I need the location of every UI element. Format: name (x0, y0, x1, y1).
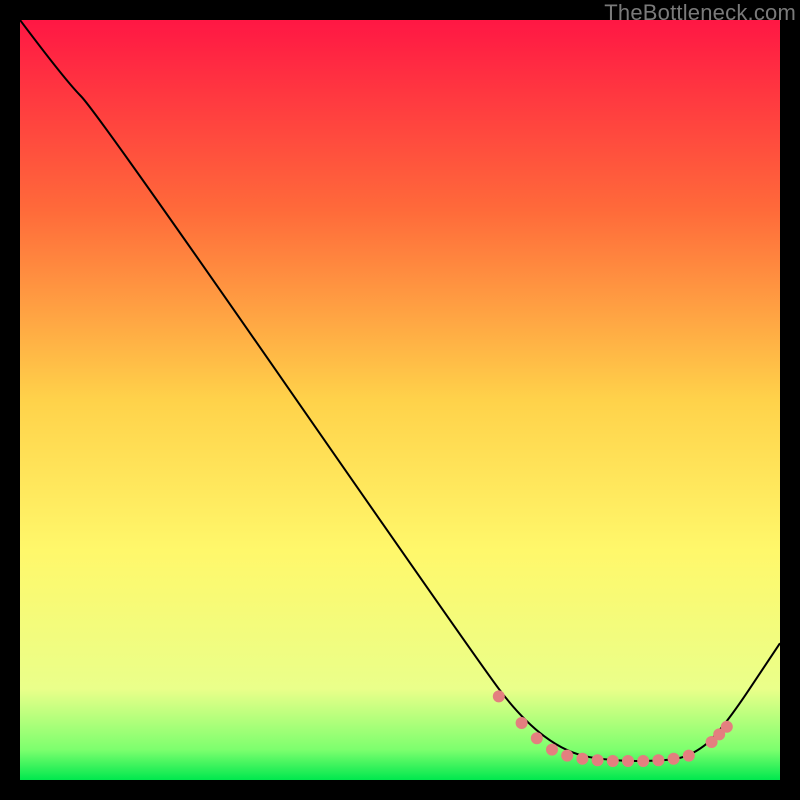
marker-dot (668, 753, 680, 765)
marker-dot (516, 717, 528, 729)
marker-dot (531, 732, 543, 744)
chart-frame (20, 20, 780, 780)
chart-svg (20, 20, 780, 780)
marker-dot (561, 750, 573, 762)
marker-dot (546, 744, 558, 756)
marker-dot (683, 750, 695, 762)
chart-background (20, 20, 780, 780)
marker-dot (576, 753, 588, 765)
marker-dot (607, 755, 619, 767)
marker-dot (637, 755, 649, 767)
marker-dot (652, 754, 664, 766)
marker-dot (493, 690, 505, 702)
marker-dot (622, 755, 634, 767)
watermark-text: TheBottleneck.com (604, 0, 796, 26)
chart-plot (20, 20, 780, 780)
marker-dot (592, 754, 604, 766)
marker-dot (721, 721, 733, 733)
